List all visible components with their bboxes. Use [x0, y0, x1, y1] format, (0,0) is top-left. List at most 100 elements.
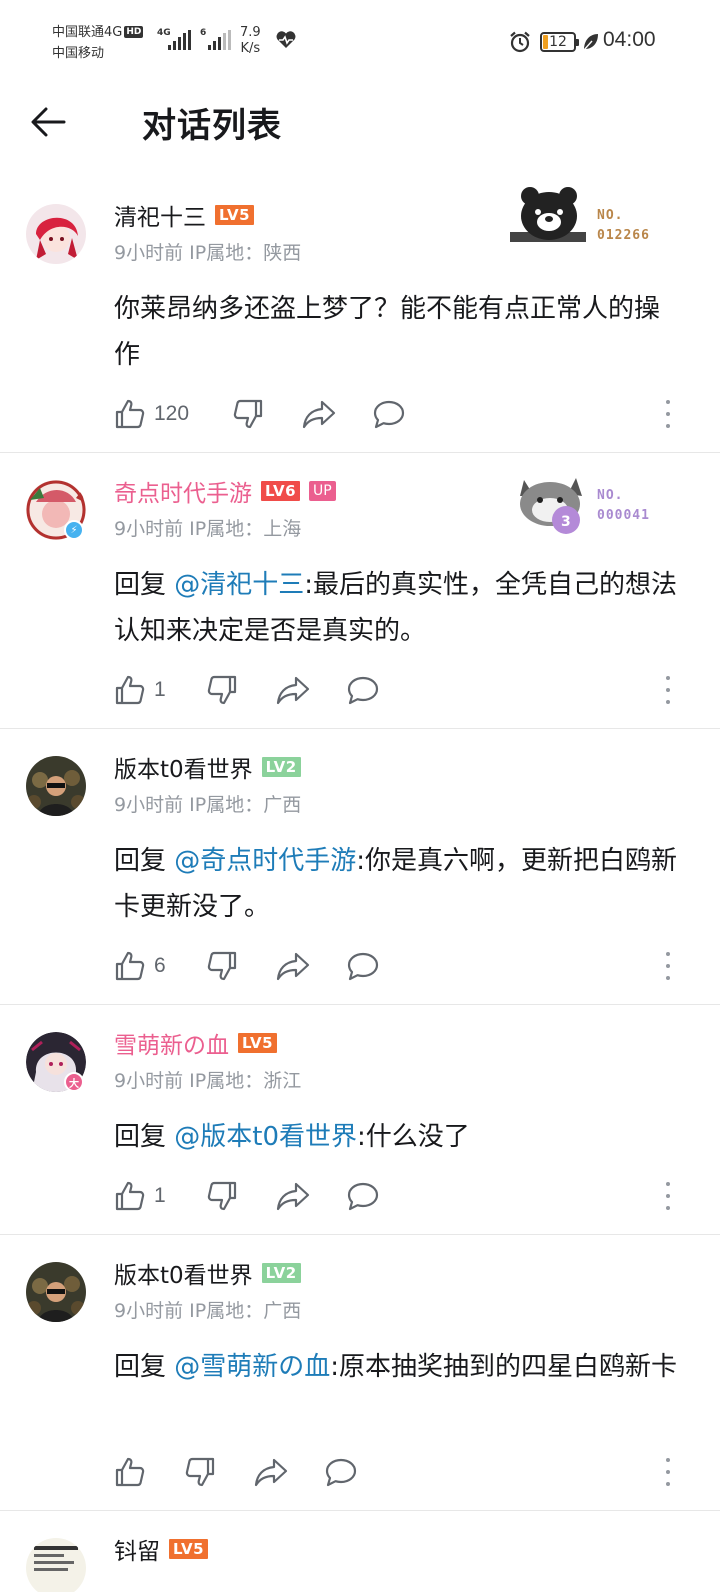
like-button[interactable]: [114, 1452, 146, 1492]
eco-leaf-icon: [582, 32, 600, 56]
avatar[interactable]: [26, 756, 86, 816]
dislike-button[interactable]: [206, 946, 238, 986]
like-count: 6: [154, 954, 166, 977]
carrier-info: 中国联通4G HD 中国移动: [52, 22, 144, 64]
comment-item: 大 雪萌新の血 LV5 9小时前 IP属地：浙江 回复 @版本t0看世界:什么没…: [0, 1018, 720, 1234]
comment-meta: 9小时前 IP属地：浙江: [114, 1070, 302, 1092]
thumbs-up-icon: [115, 1457, 145, 1487]
avatar[interactable]: [26, 1538, 86, 1592]
share-button[interactable]: [276, 946, 310, 986]
reply-prefix: 回复: [114, 1122, 175, 1152]
avatar[interactable]: [26, 204, 86, 264]
like-count: 120: [154, 402, 190, 425]
share-icon: [276, 1182, 310, 1211]
reply-button[interactable]: [346, 946, 380, 986]
signal-icon-2: [208, 30, 231, 50]
comment-bubble-icon: [373, 400, 405, 429]
comment-actions: 1: [114, 670, 684, 710]
back-arrow-icon: [31, 107, 66, 137]
page-title: 对话列表: [142, 106, 282, 146]
avatar[interactable]: 大: [26, 1032, 86, 1092]
fan-medal-card: 3 NO. 000041: [514, 466, 664, 536]
thumbs-down-icon: [233, 399, 263, 429]
thumbs-up-icon: [115, 951, 145, 981]
divider: [0, 1234, 720, 1235]
like-button[interactable]: 1: [114, 670, 166, 710]
dislike-button[interactable]: [184, 1452, 216, 1492]
level-badge: LV5: [169, 1539, 209, 1559]
header: 对话列表: [0, 84, 720, 164]
like-button[interactable]: 120: [114, 394, 189, 434]
comment-text: 你莱昂纳多还盗上梦了？能不能有点正常人的操作: [114, 294, 661, 370]
comment-item: 清祀十三 LV5 9小时前 IP属地：陕西 NO. 012266 你莱昂纳多还盗…: [0, 187, 720, 452]
username-row: 雪萌新の血 LV5: [114, 1026, 278, 1060]
like-button[interactable]: 1: [114, 1176, 166, 1216]
battery-level: 12: [549, 34, 567, 50]
level-badge: LV5: [238, 1033, 278, 1053]
carrier-1: 中国联通4G: [52, 25, 123, 40]
more-options-icon[interactable]: [662, 952, 674, 980]
network-speed: 7.9 K/s: [240, 25, 261, 57]
more-options-icon[interactable]: [662, 400, 674, 428]
more-options-icon[interactable]: [662, 676, 674, 704]
verified-badge-icon: ⚡: [64, 520, 84, 540]
avatar[interactable]: [26, 1262, 86, 1322]
share-button[interactable]: [254, 1452, 288, 1492]
comment-actions: 6: [114, 946, 684, 986]
divider: [0, 452, 720, 453]
divider: [0, 728, 720, 729]
divider: [0, 1004, 720, 1005]
back-button[interactable]: [30, 102, 80, 142]
alarm-icon: [508, 30, 532, 58]
comment-meta: 9小时前 IP属地：广西: [114, 1300, 302, 1322]
share-icon: [254, 1458, 288, 1487]
comment-text: 回复 @版本t0看世界:什么没了: [114, 1114, 684, 1160]
more-options-icon[interactable]: [662, 1458, 674, 1486]
share-button[interactable]: [302, 394, 336, 434]
reply-text: :原本抽奖抽到的四星白鸥新卡: [330, 1352, 678, 1382]
fan-no-label: NO.: [597, 208, 624, 223]
bear-mascot-icon: [510, 187, 586, 242]
username[interactable]: 雪萌新の血: [114, 1026, 229, 1060]
share-icon: [276, 676, 310, 705]
reply-button[interactable]: [324, 1452, 358, 1492]
thumbs-down-icon: [185, 1457, 215, 1487]
reply-button[interactable]: [346, 670, 380, 710]
status-bar: 中国联通4G HD 中国移动 4G 6 7.9 K/s 12 04:00: [0, 0, 720, 84]
share-button[interactable]: [276, 1176, 310, 1216]
reply-button[interactable]: [346, 1176, 380, 1216]
mention-link[interactable]: @版本t0看世界: [174, 1122, 357, 1152]
like-count: 1: [154, 678, 166, 701]
username[interactable]: 钭留: [114, 1532, 160, 1566]
username[interactable]: 奇点时代手游: [114, 474, 252, 508]
username[interactable]: 版本t0看世界: [114, 750, 253, 784]
username[interactable]: 版本t0看世界: [114, 1256, 253, 1290]
like-button[interactable]: 6: [114, 946, 166, 986]
signal-icon: [168, 30, 191, 50]
mention-link[interactable]: @奇点时代手游: [174, 846, 356, 876]
dislike-button[interactable]: [206, 1176, 238, 1216]
comment-actions: [114, 1452, 684, 1492]
thumbs-up-icon: [115, 1181, 145, 1211]
clock: 04:00: [603, 28, 656, 51]
comment-meta: 9小时前 IP属地：陕西: [114, 242, 302, 264]
comment-text: 回复 @奇点时代手游:你是真六啊，更新把白鸥新卡更新没了。: [114, 838, 684, 930]
mention-link[interactable]: @清祀十三: [174, 570, 304, 600]
avatar[interactable]: ⚡: [26, 480, 86, 540]
comment-meta: 9小时前 IP属地：上海: [114, 518, 302, 540]
mention-link[interactable]: @雪萌新の血: [174, 1352, 330, 1382]
comment-bubble-icon: [347, 1182, 379, 1211]
battery-icon: 12: [540, 32, 579, 52]
reply-button[interactable]: [372, 394, 406, 434]
username-row: 钭留 LV5: [114, 1532, 209, 1566]
comment-meta: 9小时前 IP属地：广西: [114, 794, 302, 816]
comment-item: 钭留 LV5: [0, 1524, 720, 1592]
more-options-icon[interactable]: [662, 1182, 674, 1210]
thumbs-down-icon: [207, 1181, 237, 1211]
speed-value: 7.9: [240, 25, 261, 40]
dislike-button[interactable]: [232, 394, 264, 434]
divider: [0, 1510, 720, 1511]
username[interactable]: 清祀十三: [114, 198, 206, 232]
share-button[interactable]: [276, 670, 310, 710]
dislike-button[interactable]: [206, 670, 238, 710]
